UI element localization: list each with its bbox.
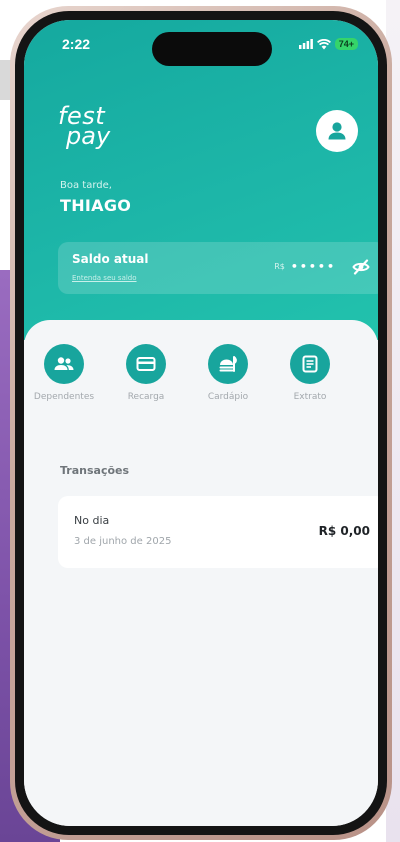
battery-indicator: 74+ xyxy=(334,38,358,50)
phone-bezel: 2:22 74+ fest pay Boa tarde, THIAGO Sald… xyxy=(15,11,387,835)
action-label: Recarga xyxy=(127,392,165,402)
transaction-title: No dia xyxy=(74,514,110,527)
app-screen: 2:22 74+ fest pay Boa tarde, THIAGO Sald… xyxy=(24,20,378,826)
balance-label: Saldo atual xyxy=(72,252,149,266)
balance-card: Saldo atual Entenda seu saldo R$ ••••• xyxy=(58,242,378,294)
app-header: 2:22 74+ fest pay Boa tarde, THIAGO Sald… xyxy=(24,20,378,340)
transactions-title: Transações xyxy=(60,464,130,477)
phone-frame: 2:22 74+ fest pay Boa tarde, THIAGO Sald… xyxy=(10,6,392,840)
action-label: Cardápio xyxy=(207,392,249,402)
status-bar: 2:22 74+ xyxy=(24,20,378,68)
user-icon xyxy=(328,122,346,140)
transaction-amount: R$ 0,00 xyxy=(318,524,370,538)
logo-line-2: pay xyxy=(66,122,111,151)
people-icon xyxy=(54,357,74,370)
main-content: Dependentes Recarga Cardápio Extrato Tra… xyxy=(24,320,378,826)
username: THIAGO xyxy=(60,196,132,215)
action-cardapio[interactable]: Cardápio xyxy=(188,344,268,402)
wifi-icon xyxy=(316,38,331,49)
action-circle xyxy=(208,344,248,384)
menu-food-icon xyxy=(219,356,237,372)
action-recarga[interactable]: Recarga xyxy=(106,344,186,402)
festpay-logo: fest pay xyxy=(58,104,111,151)
balance-value: R$ ••••• xyxy=(274,260,336,273)
status-time: 2:22 xyxy=(62,36,91,52)
action-circle xyxy=(290,344,330,384)
status-icons: 74+ xyxy=(298,38,358,50)
balance-masked-value: ••••• xyxy=(290,260,336,273)
action-circle xyxy=(126,344,166,384)
dynamic-island xyxy=(152,32,272,66)
balance-currency: R$ xyxy=(274,262,285,271)
card-icon xyxy=(136,357,156,371)
action-label: Dependentes xyxy=(33,392,95,402)
action-label: Extrato xyxy=(293,392,327,402)
transaction-item[interactable]: No dia 3 de junho de 2025 R$ 0,00 xyxy=(58,496,378,568)
signal-icon xyxy=(298,39,313,49)
profile-avatar-button[interactable] xyxy=(316,110,358,152)
greeting-text: Boa tarde, xyxy=(60,180,112,191)
action-dependentes[interactable]: Dependentes xyxy=(24,344,104,402)
eye-off-icon[interactable] xyxy=(352,259,370,275)
transaction-date: 3 de junho de 2025 xyxy=(74,536,172,547)
statement-icon xyxy=(302,355,318,373)
action-extrato[interactable]: Extrato xyxy=(270,344,350,402)
balance-info-link[interactable]: Entenda seu saldo xyxy=(72,274,137,282)
action-circle xyxy=(44,344,84,384)
